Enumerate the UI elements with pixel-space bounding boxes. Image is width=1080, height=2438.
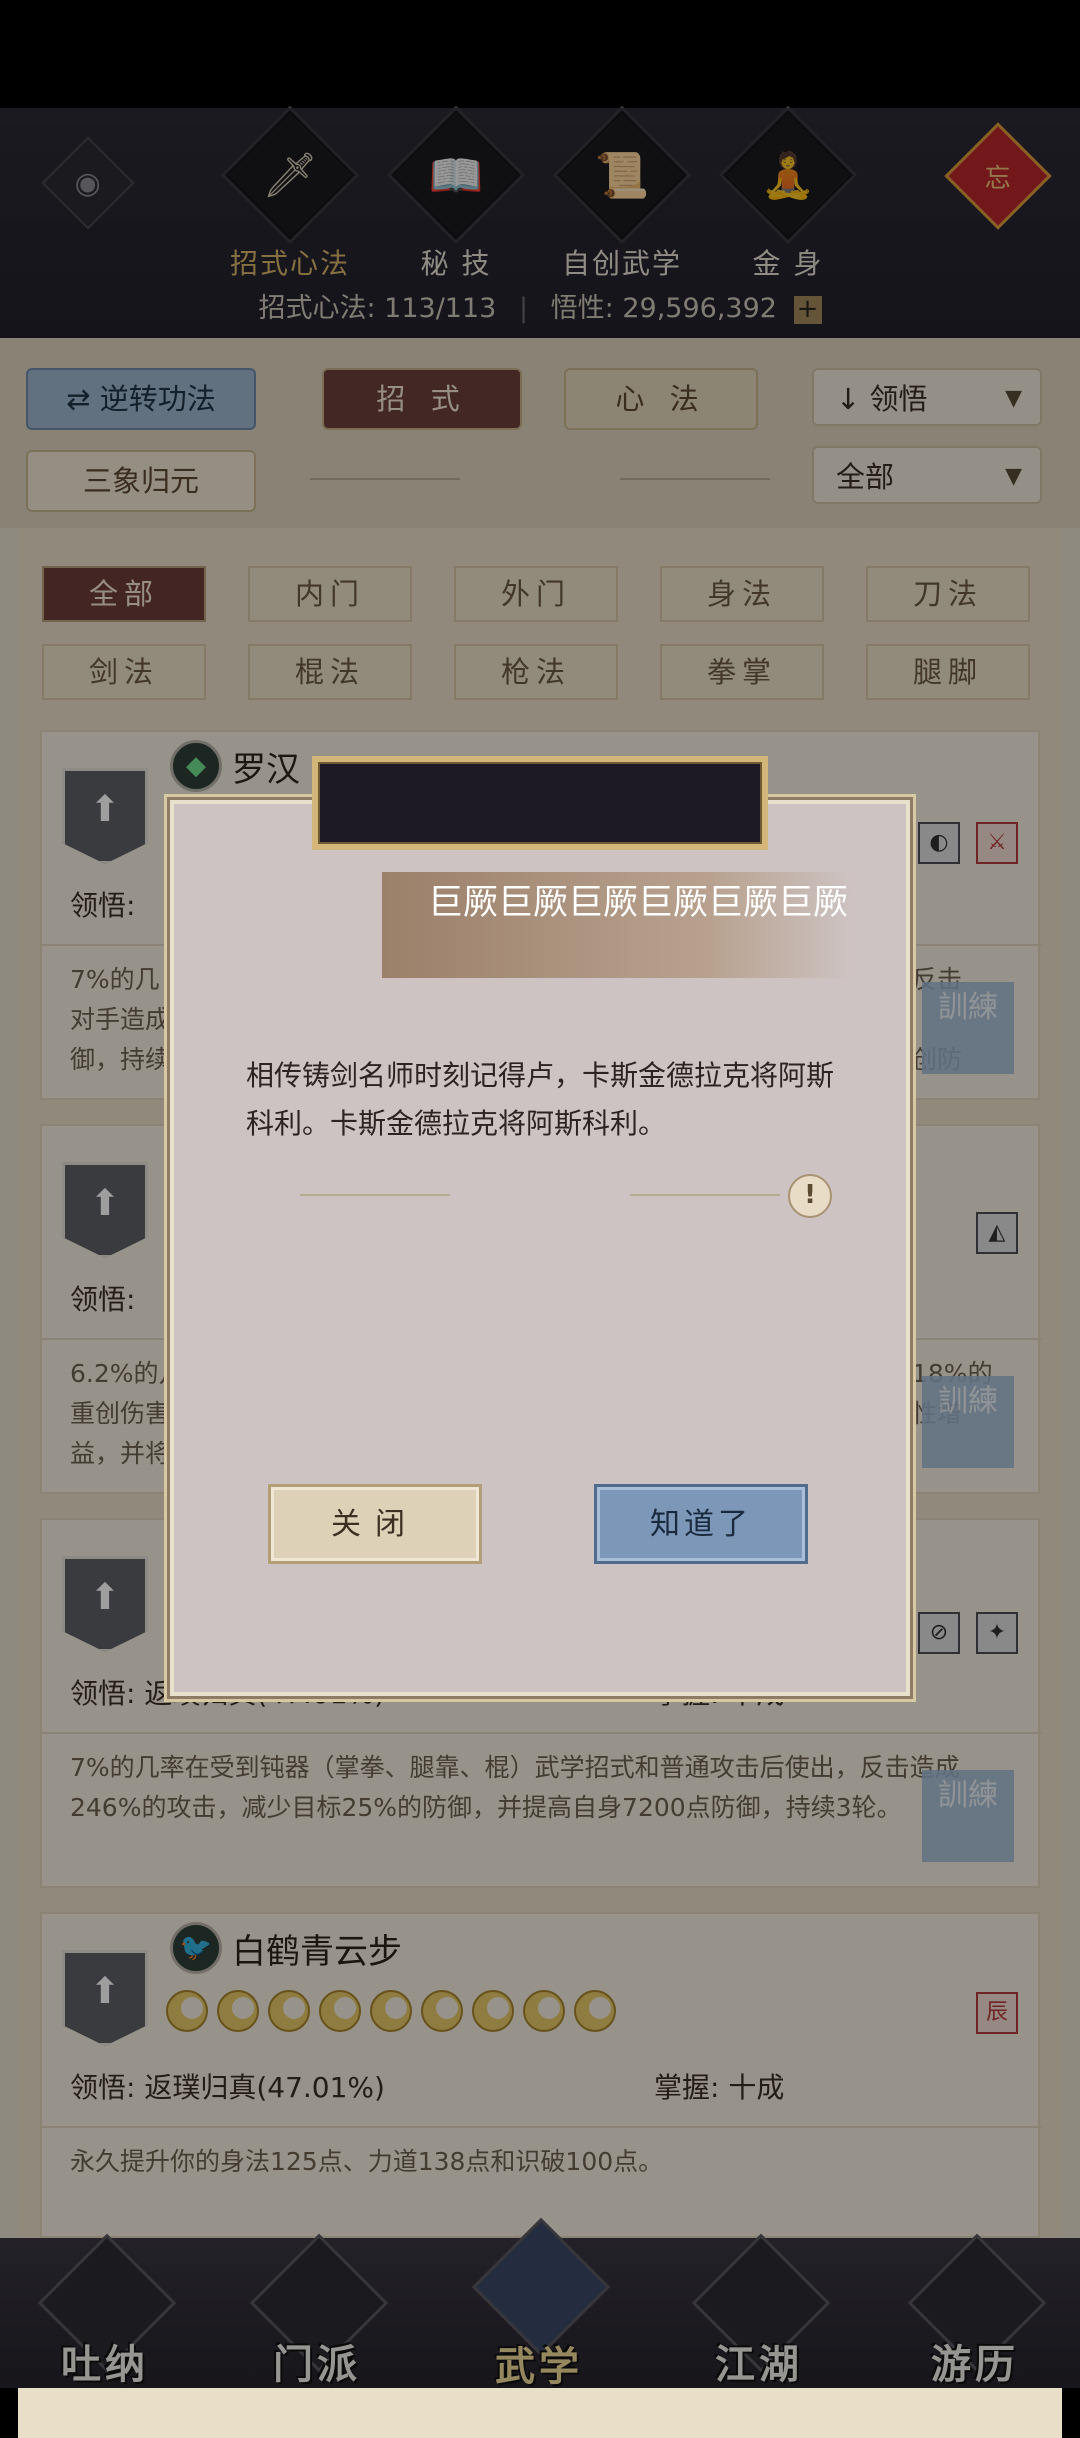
dialog-body-text: 相传铸剑名师时刻记得卢，卡斯金德拉克将阿斯科利。卡斯金德拉克将阿斯科利。 <box>246 1059 835 1140</box>
dialog-title: 巨厥巨厥巨厥巨厥巨厥巨厥 <box>428 883 849 923</box>
status-bar <box>0 0 1080 108</box>
close-button[interactable]: 关闭 <box>268 1484 482 1564</box>
warning-icon: ! <box>788 1174 832 1218</box>
dialog-divider-left <box>300 1194 450 1196</box>
ok-button[interactable]: 知道了 <box>594 1484 808 1564</box>
dialog-divider-right <box>630 1194 780 1196</box>
dialog-header-plate <box>312 756 768 850</box>
